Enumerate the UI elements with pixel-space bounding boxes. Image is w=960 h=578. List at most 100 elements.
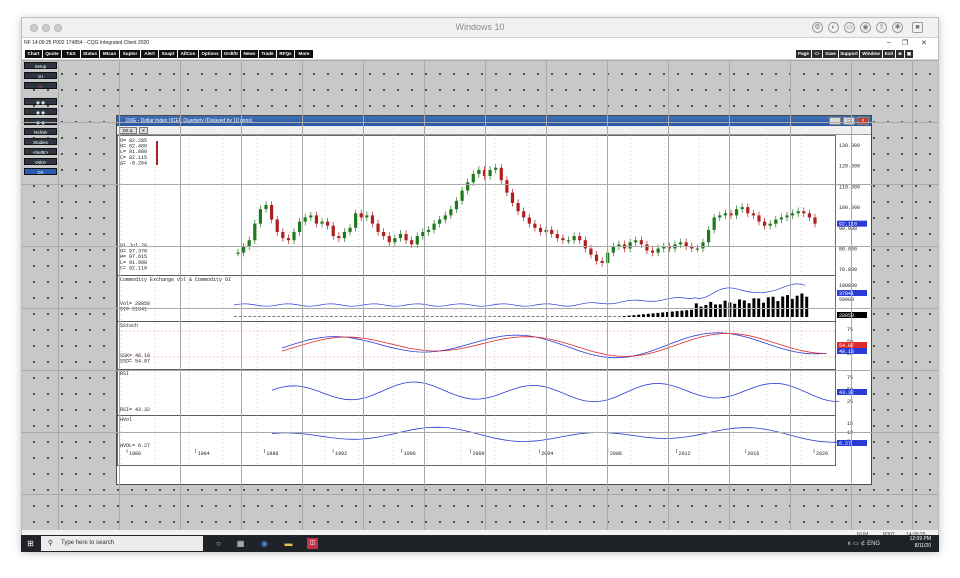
menu-chart-button[interactable]: Chart — [25, 50, 42, 58]
minimize-button[interactable]: – — [887, 39, 891, 46]
grid-line — [58, 60, 59, 530]
menu-options-button[interactable]: Options — [199, 50, 221, 58]
menu-trade-button[interactable]: Trade — [259, 50, 276, 58]
volume-bar — [253, 316, 257, 317]
menu-right-button-1[interactable]: <> — [812, 50, 822, 58]
wrench-icon[interactable]: ⚙ — [812, 22, 823, 33]
system-tray[interactable]: ∧ ▭ ⊄ ENG — [847, 540, 880, 547]
cqg-app-icon[interactable]: ◫ — [307, 538, 318, 549]
chart-window: DXE - Dollar Index (ICE), Quarterly (Del… — [116, 115, 872, 485]
menu-alert-button[interactable]: Alert — [141, 50, 158, 58]
menu-more-button[interactable]: More — [295, 50, 313, 58]
volume-bar — [248, 316, 252, 317]
volume-bar — [454, 316, 458, 317]
price-candle — [432, 223, 436, 230]
volume-bar — [234, 316, 237, 317]
close-symbol-button[interactable]: ✕ — [139, 127, 148, 134]
price-candle — [516, 202, 520, 212]
volume-bar — [464, 316, 468, 317]
menu-ts-button[interactable]: T&S — [62, 50, 80, 58]
volume-bar — [762, 302, 765, 317]
sound-icon[interactable]: ◉ — [860, 22, 871, 33]
volume-bar — [670, 311, 674, 317]
task-view-icon[interactable]: ▦ — [235, 538, 246, 549]
price-candle — [762, 221, 767, 226]
cortana-icon[interactable]: ○ — [213, 538, 224, 549]
volume-bar — [579, 316, 583, 317]
chart-minimize-button[interactable]: _ — [829, 117, 841, 125]
price-candle — [706, 229, 711, 243]
left-panel-button-0[interactable]: Setup — [24, 62, 57, 69]
left-panel-button-10[interactable]: DX — [24, 168, 57, 175]
left-panel-button-1[interactable]: 1U — [24, 72, 57, 79]
menu-quote-button[interactable]: Quote — [43, 50, 61, 58]
menu-ordttr-button[interactable]: Ordt/tr — [222, 50, 240, 58]
volume-bar — [440, 316, 444, 317]
menu-status-button[interactable]: Status — [81, 50, 99, 58]
file-explorer-icon[interactable]: ▬ — [283, 538, 294, 549]
price-candle — [258, 209, 263, 224]
menu-rfqs-button[interactable]: RFQs — [277, 50, 294, 58]
close-button[interactable]: ✕ — [921, 39, 927, 47]
settings-icon[interactable]: ✱ — [892, 22, 903, 33]
volume-bar — [262, 316, 266, 317]
left-panel-button-2[interactable]: ⊘ — [24, 82, 57, 89]
menu-suptsr-button[interactable]: Suptsr — [120, 50, 140, 58]
price-candle — [768, 223, 772, 226]
left-panel-button-3[interactable]: ◉ ◉ — [24, 98, 57, 105]
left-panel-button-9[interactable]: <Nkt> — [24, 158, 57, 165]
lock-icon[interactable]: ◐ — [828, 22, 839, 33]
left-panel-button-6[interactable]: Refrsh — [24, 128, 57, 135]
volume-bar — [661, 312, 665, 317]
volume-bar — [646, 313, 650, 317]
menu-right-button-2[interactable]: Save — [823, 50, 838, 58]
menu-right-button-3[interactable]: Support — [839, 50, 859, 58]
chart-maximize-button[interactable]: □ — [843, 117, 855, 125]
x-axis-label: 1992 — [335, 451, 347, 457]
menu-mtcao-button[interactable]: Mtcao — [100, 50, 119, 58]
price-candle — [242, 246, 246, 253]
price-candle — [639, 240, 643, 245]
display-icon[interactable]: ▭ — [844, 22, 855, 33]
volume-bar — [690, 309, 693, 317]
price-candle — [309, 215, 313, 218]
volume-bar — [339, 316, 343, 317]
volume-bar — [795, 295, 799, 317]
share-icon[interactable]: ⇪ — [876, 22, 887, 33]
left-panel-button-7[interactable]: Studies — [24, 138, 57, 145]
price-candle — [488, 169, 492, 177]
menu-snapt-button[interactable]: Snapt — [159, 50, 177, 58]
stop-icon[interactable]: ■ — [912, 22, 923, 33]
price-candle — [426, 229, 431, 232]
menu-allcon-button[interactable]: AllCon — [178, 50, 198, 58]
edge-icon[interactable]: ◉ — [259, 538, 270, 549]
maximize-button[interactable]: ❐ — [902, 39, 908, 47]
menu-news-button[interactable]: News — [241, 50, 258, 58]
menu-right-button-7[interactable]: ▣ — [905, 50, 913, 58]
chart-panel — [117, 135, 836, 276]
grid-line — [180, 60, 181, 530]
volume-bar — [277, 316, 281, 317]
taskbar-clock[interactable]: 12:09 PM 8/11/20 — [910, 536, 931, 550]
taskbar-search-input[interactable]: Type here to search — [41, 536, 203, 551]
x-axis-label: 2016 — [747, 451, 759, 457]
menu-right-button-4[interactable]: Window — [860, 50, 882, 58]
symbol-field[interactable]: DX.IL — [119, 127, 137, 134]
volume-bar — [397, 316, 401, 317]
menu-right-button-6[interactable]: ◙ — [896, 50, 904, 58]
price-candle — [594, 254, 599, 261]
windows-start-icon[interactable]: ⊞ — [25, 538, 36, 549]
volume-tick-label: 100000 — [839, 283, 857, 289]
chart-close-button[interactable]: × — [857, 117, 869, 125]
price-tick-label: 70.000 — [839, 267, 857, 273]
menu-right-button-0[interactable]: Page — [796, 50, 811, 58]
left-panel-button-4[interactable]: ◉ ◉ — [24, 108, 57, 115]
left-panel-button-8[interactable]: <Setttr> — [24, 148, 57, 155]
price-candle — [292, 231, 296, 241]
volume-bar — [459, 316, 463, 317]
volume-bar — [368, 316, 372, 317]
volume-bar — [363, 316, 367, 317]
menu-right-button-5[interactable]: Exit — [883, 50, 895, 58]
price-candle — [342, 231, 347, 239]
volume-bar — [550, 316, 554, 317]
